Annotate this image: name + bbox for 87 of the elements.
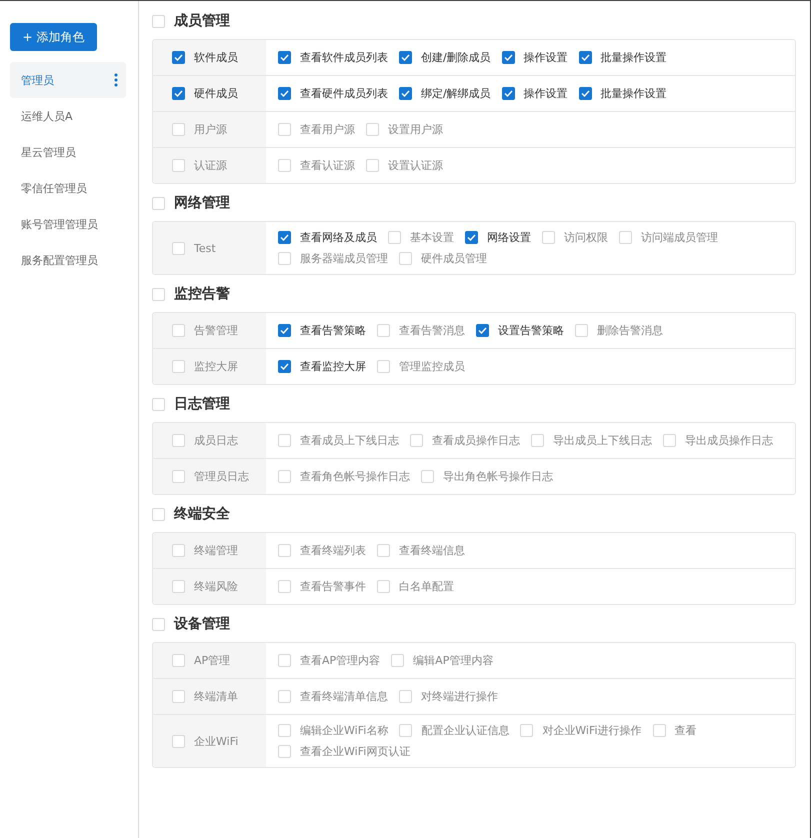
permission-label: 查看终端清单信息 <box>300 689 388 704</box>
checkbox[interactable] <box>465 231 478 244</box>
section-title: 日志管理 <box>174 395 230 413</box>
role-item[interactable]: 服务配置管理员 <box>10 242 126 278</box>
permission-label: 查看告警消息 <box>399 323 465 338</box>
checkbox[interactable] <box>172 87 185 100</box>
role-item[interactable]: 星云管理员 <box>10 134 126 170</box>
permission-label: 查看成员上下线日志 <box>300 433 399 448</box>
group-label: 软件成员 <box>194 50 238 65</box>
role-item[interactable]: 账号管理管理员 <box>10 206 126 242</box>
permission-label: 查看监控大屏 <box>300 359 366 374</box>
checkbox[interactable] <box>399 51 412 64</box>
more-icon[interactable] <box>114 73 118 87</box>
role-item[interactable]: 零信任管理员 <box>10 170 126 206</box>
permission-label: 查看企业WiFi网页认证 <box>300 744 410 759</box>
permission-label: 白名单配置 <box>399 579 454 594</box>
permission-label: 查看用户源 <box>300 122 355 137</box>
permission-label: 查看网络及成员 <box>300 230 377 245</box>
permission-label: 删除告警消息 <box>597 323 663 338</box>
section-title: 成员管理 <box>174 12 230 30</box>
permission-label: 查看认证源 <box>300 158 355 173</box>
permission-label: 访问端成员管理 <box>641 230 718 245</box>
permission-label: 查看告警策略 <box>300 323 366 338</box>
permission-label: 设置用户源 <box>388 122 443 137</box>
checkbox[interactable] <box>278 360 291 373</box>
group-label: 终端风险 <box>194 579 238 594</box>
checkbox[interactable] <box>502 51 515 64</box>
permission-label: 操作设置 <box>524 50 568 65</box>
group-label: 终端管理 <box>194 543 238 558</box>
checkbox[interactable] <box>476 324 489 337</box>
permission-label: 查看 <box>674 723 697 738</box>
permission-label: 访问权限 <box>564 230 608 245</box>
role-item[interactable]: 运维人员A <box>10 98 126 134</box>
permission-label: 绑定/解绑成员 <box>421 86 491 101</box>
permission-label: 查看硬件成员列表 <box>300 86 388 101</box>
add-role-button[interactable]: + 添加角色 <box>10 23 97 51</box>
checkbox[interactable] <box>502 87 515 100</box>
permission-label: 操作设置 <box>524 86 568 101</box>
checkbox[interactable] <box>578 87 592 100</box>
group-label: 监控大屏 <box>194 359 238 374</box>
checkbox[interactable] <box>172 51 185 64</box>
checkbox[interactable] <box>278 324 291 337</box>
role-item[interactable]: 管理员 <box>10 62 126 98</box>
permission-label: 查看终端信息 <box>399 543 465 558</box>
permission-label: 导出成员操作日志 <box>685 433 773 448</box>
permission-label: 编辑企业WiFi名称 <box>300 723 388 738</box>
permission-label: 编辑AP管理内容 <box>413 653 494 668</box>
permission-label: 查看告警事件 <box>300 579 366 594</box>
group-label: 企业WiFi <box>194 734 238 748</box>
permission-label: 服务器端成员管理 <box>300 251 388 266</box>
section-title: 终端安全 <box>174 505 230 523</box>
group-label: 管理员日志 <box>194 469 249 484</box>
group-label: AP管理 <box>194 653 230 668</box>
permission-label: 查看成员操作日志 <box>432 433 520 448</box>
permission-label: 对终端进行操作 <box>421 689 498 704</box>
permission-label: 查看角色帐号操作日志 <box>300 469 410 484</box>
permission-label: 创建/删除成员 <box>421 50 491 65</box>
permission-label: 设置认证源 <box>388 158 443 173</box>
permission-label: 基本设置 <box>410 230 454 245</box>
permission-label: 对企业WiFi进行操作 <box>542 723 642 738</box>
group-label: 硬件成员 <box>194 86 238 101</box>
section-title: 网络管理 <box>174 194 230 212</box>
permission-label: 导出成员上下线日志 <box>553 433 652 448</box>
permission-label: 网络设置 <box>487 230 531 245</box>
group-label: Test <box>194 242 216 254</box>
section-title: 监控告警 <box>174 285 230 303</box>
checkbox[interactable] <box>278 51 291 64</box>
permission-label: 查看软件成员列表 <box>300 50 388 65</box>
permission-label: 硬件成员管理 <box>421 251 487 266</box>
group-label: 成员日志 <box>194 433 238 448</box>
group-label: 告警管理 <box>194 323 238 338</box>
checkbox[interactable] <box>278 231 291 244</box>
permission-label: 查看AP管理内容 <box>300 653 380 668</box>
permission-label: 设置告警策略 <box>498 323 564 338</box>
permission-label: 批量操作设置 <box>600 86 667 101</box>
permission-label: 批量操作设置 <box>600 50 667 65</box>
group-label: 用户源 <box>194 122 227 137</box>
permission-label: 管理监控成员 <box>399 359 465 374</box>
group-label: 终端清单 <box>194 689 238 704</box>
checkbox[interactable] <box>578 51 592 64</box>
group-label: 认证源 <box>194 158 227 173</box>
checkbox[interactable] <box>278 87 291 100</box>
permission-label: 查看终端列表 <box>300 543 366 558</box>
permission-label: 配置企业认证信息 <box>421 723 510 738</box>
checkbox[interactable] <box>399 87 412 100</box>
section-title: 设备管理 <box>174 615 230 633</box>
permission-label: 导出角色帐号操作日志 <box>443 469 553 484</box>
